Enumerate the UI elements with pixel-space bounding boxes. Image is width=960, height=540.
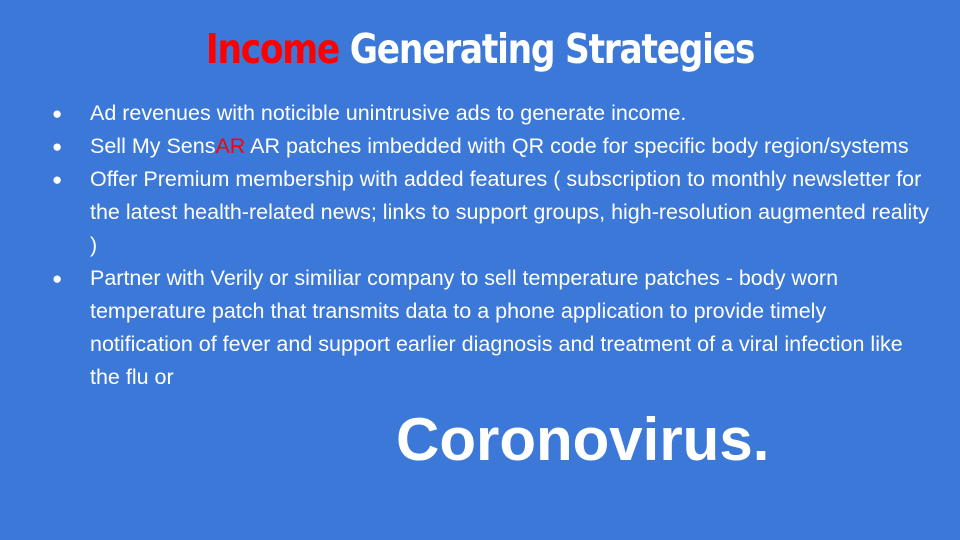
title-accent-word: Income	[205, 25, 340, 73]
bullet-item-temperature-patches: ● Partner with Verily or similiar compan…	[50, 262, 930, 394]
bullet-text-prefix: Sell My Sens	[90, 134, 216, 158]
emphasis-word: Coronovirus.	[396, 406, 770, 473]
bullet-dot-icon: ●	[52, 269, 63, 288]
bullet-item-ad-revenue: ● Ad revenues with noticible unintrusive…	[50, 97, 930, 130]
bullet-text: Partner with Verily or similiar company …	[90, 266, 903, 389]
bullet-text: Ad revenues with noticible unintrusive a…	[90, 101, 687, 125]
title-rest: Generating Strategies	[339, 25, 756, 73]
bullet-item-sensar-patches: ● Sell My SensAR AR patches imbedded wit…	[50, 130, 930, 163]
bullet-text: Offer Premium membership with added feat…	[90, 167, 929, 257]
bullet-item-premium-membership: ● Offer Premium membership with added fe…	[50, 163, 930, 262]
slide-title: Income Generating Strategies	[77, 22, 883, 76]
bullet-text-highlight: AR	[215, 134, 246, 158]
bullet-dot-icon: ●	[52, 137, 63, 156]
bullet-dot-icon: ●	[52, 170, 63, 189]
bullet-list: ● Ad revenues with noticible unintrusive…	[50, 97, 930, 394]
bullet-text-suffix: AR patches imbedded with QR code for spe…	[245, 134, 909, 158]
bullet-dot-icon: ●	[52, 104, 63, 123]
slide: Income Generating Strategies ● Ad revenu…	[0, 0, 960, 540]
